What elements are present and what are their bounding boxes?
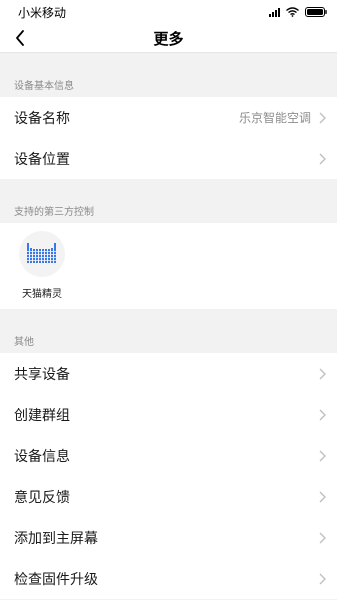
device-name-value: 乐京智能空调: [238, 111, 311, 125]
device-info-label: 设备信息: [14, 448, 70, 465]
device-name-label: 设备名称: [14, 110, 70, 127]
nav-bar: 更多: [0, 24, 337, 53]
create-group-label: 创建群组: [14, 407, 70, 424]
third-party-item-label: 天猫精灵: [22, 289, 62, 300]
signal-icon: [269, 7, 280, 17]
add-to-home-row[interactable]: 添加到主屏幕: [0, 517, 337, 558]
share-device-row[interactable]: 共享设备: [0, 353, 337, 394]
feedback-label: 意见反馈: [14, 489, 70, 506]
chevron-right-icon: [317, 152, 327, 166]
other-group: 共享设备 创建群组 设备信息 意见反馈 添加到主屏幕 检查固件升级: [0, 353, 337, 599]
device-location-label: 设备位置: [14, 151, 70, 168]
chevron-right-icon: [317, 449, 327, 463]
device-info-group: 设备名称 乐京智能空调 设备位置: [0, 97, 337, 179]
chevron-right-icon: [317, 572, 327, 586]
status-bar: 小米移动: [0, 0, 337, 24]
wifi-icon: [286, 7, 299, 17]
chevron-right-icon: [317, 490, 327, 504]
back-button[interactable]: [8, 24, 32, 52]
battery-icon: [305, 7, 327, 17]
chevron-right-icon: [317, 408, 327, 422]
chevron-right-icon: [317, 367, 327, 381]
section-title-device-info: 设备基本信息: [0, 53, 337, 97]
firmware-update-label: 检查固件升级: [14, 571, 98, 588]
add-to-home-label: 添加到主屏幕: [14, 530, 98, 547]
device-info-row[interactable]: 设备信息: [0, 435, 337, 476]
feedback-row[interactable]: 意见反馈: [0, 476, 337, 517]
chevron-right-icon: [317, 531, 327, 545]
device-location-row[interactable]: 设备位置: [0, 138, 337, 179]
share-device-label: 共享设备: [14, 366, 70, 383]
create-group-row[interactable]: 创建群组: [0, 394, 337, 435]
third-party-item-tmall-genie[interactable]: 天猫精灵: [18, 231, 66, 300]
status-icons: [269, 7, 327, 17]
chevron-left-icon: [16, 30, 24, 46]
firmware-update-row[interactable]: 检查固件升级: [0, 558, 337, 599]
third-party-group: 天猫精灵: [0, 223, 337, 309]
section-title-third-party: 支持的第三方控制: [0, 179, 337, 223]
carrier-name: 小米移动: [18, 5, 67, 20]
section-title-other: 其他: [0, 309, 337, 353]
chevron-right-icon: [317, 111, 327, 125]
tmall-genie-icon: [19, 231, 65, 277]
page-title: 更多: [153, 29, 184, 48]
device-name-row[interactable]: 设备名称 乐京智能空调: [0, 97, 337, 138]
